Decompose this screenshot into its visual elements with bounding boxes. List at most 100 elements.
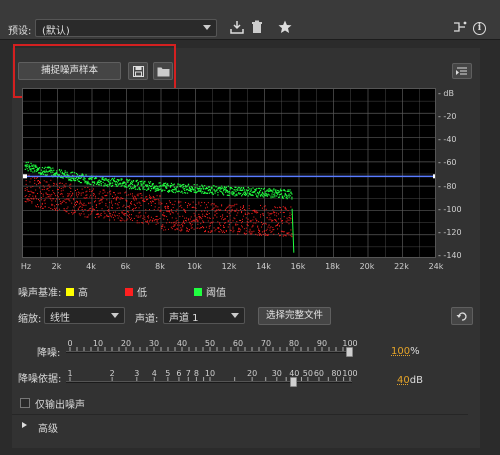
output-noise-only-checkbox[interactable]: [20, 398, 30, 408]
low-noise-point: [245, 230, 247, 232]
low-noise-point: [277, 224, 279, 226]
low-noise-point: [272, 209, 274, 211]
low-noise-point: [187, 218, 189, 220]
low-noise-point: [165, 208, 167, 210]
low-noise-point: [241, 207, 243, 209]
low-noise-point: [287, 210, 289, 212]
panel-menu-icon[interactable]: [452, 63, 472, 79]
threshold-point: [64, 170, 66, 172]
low-noise-point: [246, 224, 248, 226]
low-noise-point: [263, 209, 265, 211]
low-noise-point: [70, 196, 72, 198]
low-noise-point: [68, 199, 70, 201]
low-noise-point: [93, 209, 95, 211]
favorite-star-icon[interactable]: [277, 20, 293, 36]
routing-icon[interactable]: [452, 20, 468, 36]
low-noise-point: [32, 192, 34, 194]
low-noise-point: [89, 208, 91, 210]
threshold-point: [184, 189, 186, 192]
low-noise-point: [163, 212, 165, 214]
low-noise-point: [58, 208, 60, 210]
low-noise-point: [238, 230, 240, 232]
low-noise-point: [187, 202, 189, 204]
low-noise-point: [183, 220, 185, 222]
noise-reduction-readout[interactable]: 100%: [391, 346, 420, 357]
noise-reduction-thumb[interactable]: [346, 347, 353, 357]
reduce-by-thumb[interactable]: [290, 377, 298, 387]
threshold-point: [278, 196, 281, 198]
low-noise-point: [262, 233, 264, 235]
low-noise-point: [73, 206, 75, 208]
low-noise-point: [85, 194, 87, 196]
reduce-by-readout[interactable]: 40dB: [397, 375, 423, 386]
low-noise-point: [84, 216, 86, 218]
low-noise-point: [120, 220, 122, 222]
low-noise-point: [87, 216, 89, 218]
low-noise-point: [171, 211, 173, 213]
low-noise-point: [196, 220, 198, 222]
low-noise-point: [179, 216, 181, 218]
low-noise-point: [25, 195, 27, 197]
low-noise-point: [207, 202, 209, 204]
low-noise-point: [222, 214, 224, 216]
expand-arrow-icon[interactable]: [22, 422, 27, 428]
threshold-point: [34, 169, 36, 172]
reduce-by-value[interactable]: 40: [397, 375, 410, 386]
low-noise-point: [249, 230, 251, 232]
threshold-point: [265, 193, 267, 195]
low-noise-point: [90, 202, 92, 204]
low-noise-point: [206, 214, 208, 216]
low-noise-point: [85, 191, 87, 193]
noise-reduction-value[interactable]: 100: [391, 346, 410, 357]
low-noise-point: [113, 197, 115, 199]
low-noise-point: [174, 224, 176, 226]
preset-dropdown[interactable]: (默认): [35, 19, 217, 37]
threshold-point: [285, 194, 287, 196]
info-icon[interactable]: i: [473, 22, 486, 35]
select-entire-file-button[interactable]: 选择完整文件: [258, 307, 331, 325]
advanced-section-toggle[interactable]: 高级: [38, 420, 58, 435]
save-preset-icon[interactable]: [229, 20, 245, 36]
low-noise-point: [152, 218, 154, 220]
low-noise-point: [104, 195, 106, 197]
low-noise-point: [39, 206, 41, 208]
low-noise-point: [212, 221, 214, 223]
freq-tick-label: 20k: [359, 262, 375, 271]
threshold-point: [116, 182, 118, 184]
low-noise-point: [270, 226, 272, 228]
low-noise-point: [125, 206, 127, 208]
low-noise-point: [95, 205, 97, 207]
low-noise-point: [252, 219, 254, 221]
threshold-point: [140, 182, 142, 184]
low-noise-point: [148, 223, 150, 225]
low-noise-point: [102, 197, 104, 199]
noise-profile-graph[interactable]: [22, 88, 436, 258]
threshold-point: [186, 192, 189, 194]
low-noise-point: [272, 229, 274, 231]
low-noise-point: [177, 213, 179, 215]
delete-icon[interactable]: [249, 20, 265, 36]
low-noise-point: [41, 189, 43, 191]
low-noise-point: [230, 206, 232, 208]
noise-reduction-unit: %: [410, 346, 420, 357]
low-noise-point: [256, 210, 258, 212]
channel-dropdown[interactable]: 声道 1: [163, 307, 245, 324]
low-noise-point: [180, 201, 182, 203]
reset-icon[interactable]: [451, 307, 473, 325]
low-noise-point: [183, 208, 185, 210]
low-noise-point: [37, 204, 39, 206]
low-noise-point: [215, 205, 217, 207]
threshold-point: [62, 177, 64, 179]
low-noise-point: [236, 203, 238, 205]
low-noise-point: [91, 197, 93, 199]
low-noise-point: [291, 236, 293, 238]
threshold-point: [66, 171, 68, 173]
low-noise-point: [180, 227, 182, 229]
threshold-point: [143, 183, 145, 185]
low-noise-point: [45, 197, 47, 199]
graph-canvas: [23, 89, 435, 257]
low-noise-point: [154, 199, 156, 201]
low-noise-point: [267, 233, 269, 235]
scale-dropdown[interactable]: 线性: [44, 307, 125, 324]
low-noise-point: [264, 222, 266, 224]
